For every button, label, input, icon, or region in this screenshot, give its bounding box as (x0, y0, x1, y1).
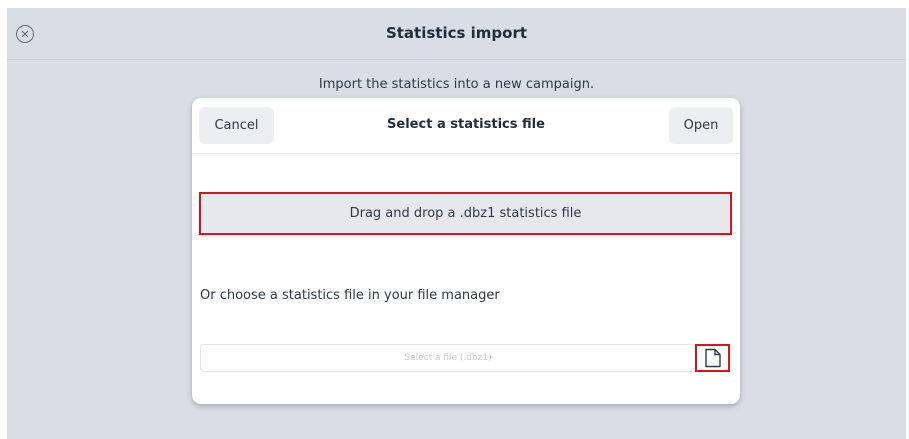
page-title: Statistics import (385, 24, 528, 42)
drop-zone[interactable]: Drag and drop a .dbz1 statistics file (199, 192, 732, 235)
dialog-title: Select a statistics file (387, 117, 545, 132)
document-icon (704, 348, 721, 368)
import-window: ✕ Statistics import Import the statistic… (7, 8, 906, 439)
drop-zone-label: Drag and drop a .dbz1 statistics file (349, 206, 582, 221)
dialog-toolbar: Cancel Select a statistics file Open (192, 98, 740, 154)
page-subtitle: Import the statistics into a new campaig… (318, 77, 595, 92)
browse-file-button[interactable] (695, 344, 730, 372)
file-select-dialog: Cancel Select a statistics file Open Dra… (192, 98, 740, 404)
open-button[interactable]: Open (669, 107, 733, 144)
header: ✕ Statistics import (7, 8, 906, 60)
file-manager-hint: Or choose a statistics file in your file… (200, 288, 500, 303)
file-path-input[interactable] (200, 344, 696, 372)
